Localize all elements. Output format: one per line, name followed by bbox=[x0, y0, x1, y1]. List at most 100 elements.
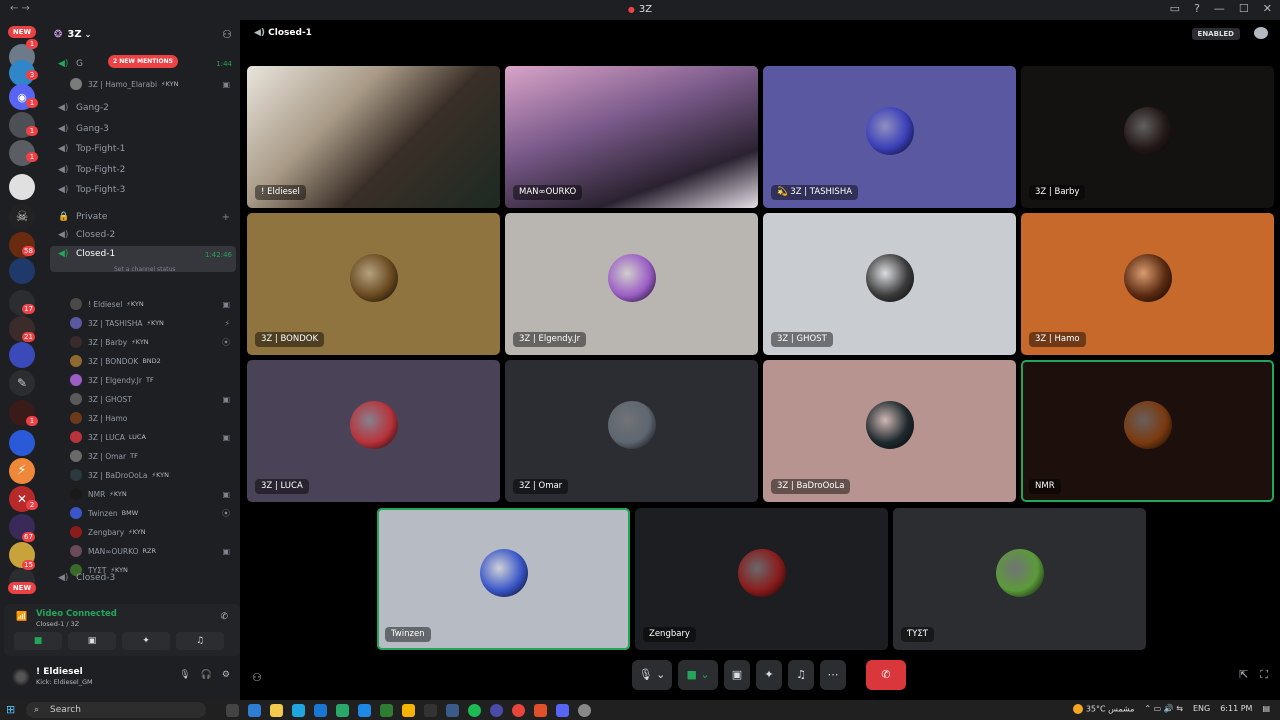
channel-closed-3[interactable]: ◀) Closed-3 bbox=[50, 569, 236, 587]
notification-icon[interactable]: ▤ bbox=[1262, 704, 1270, 714]
close-button[interactable]: ✕ bbox=[1263, 2, 1272, 15]
soundboard-button[interactable]: ♫ bbox=[788, 660, 814, 690]
video-tile[interactable]: 💫 3Z | TASHISHA bbox=[763, 66, 1016, 208]
minimize-button[interactable]: — bbox=[1214, 2, 1225, 15]
brave-icon[interactable] bbox=[534, 704, 547, 717]
add-channel-icon[interactable]: + bbox=[222, 212, 230, 223]
app-icon[interactable] bbox=[270, 704, 283, 717]
voice-user[interactable]: 3Z | BaDroOoLa ⚡KYN bbox=[70, 466, 236, 484]
voice-user[interactable]: 3Z | LUCA LUCA ▣ bbox=[70, 428, 236, 446]
new-pill-top[interactable]: NEW bbox=[8, 26, 36, 38]
chat-icon[interactable] bbox=[1254, 27, 1268, 39]
video-tile[interactable]: 3Z | Elgendy.Jr bbox=[505, 213, 758, 355]
more-button[interactable]: ⋯ bbox=[820, 660, 846, 690]
app-icon[interactable] bbox=[578, 704, 591, 717]
task-view-icon[interactable] bbox=[226, 704, 239, 717]
signal-icon[interactable]: 📶 bbox=[16, 612, 27, 622]
screen-share-button[interactable]: ▣ bbox=[68, 632, 116, 650]
channel-top-fight-2[interactable]: ◀) Top-Fight-2 bbox=[50, 161, 236, 179]
video-tile[interactable]: MAN∞OURKO bbox=[505, 66, 758, 208]
skull-server-icon[interactable]: ☠ bbox=[9, 204, 35, 230]
server-icon[interactable] bbox=[9, 342, 35, 368]
new-pill-bottom[interactable]: NEW bbox=[8, 582, 36, 594]
voice-user[interactable]: NMR ⚡KYN ▣ bbox=[70, 485, 236, 503]
taskbar-search[interactable]: ⌕ Search bbox=[26, 702, 206, 718]
lightning-server-icon[interactable]: ⚡ bbox=[9, 458, 35, 484]
camera-button[interactable]: ■ bbox=[14, 632, 62, 650]
excel-icon[interactable] bbox=[380, 704, 393, 717]
video-tile[interactable]: Twinzen bbox=[377, 508, 630, 650]
soundboard-button[interactable]: ♫ bbox=[176, 632, 224, 650]
channel-top-fight-1[interactable]: ◀) Top-Fight-1 bbox=[50, 140, 236, 158]
video-tile[interactable]: 3Z | Hamo bbox=[1021, 213, 1274, 355]
gear-icon[interactable]: ⚙ bbox=[222, 670, 230, 680]
voice-user[interactable]: MAN∞OURKO RZR ▣ bbox=[70, 542, 236, 560]
channel-status-hint[interactable]: Set a channel status bbox=[114, 266, 175, 273]
app-icon[interactable] bbox=[358, 704, 371, 717]
video-tile[interactable]: Zengbary bbox=[635, 508, 888, 650]
voice-user[interactable]: ! Eldiesel ⚡KYN ▣ bbox=[70, 295, 236, 313]
language-indicator[interactable]: ENG bbox=[1193, 704, 1210, 714]
voice-user[interactable]: 3Z | Hamo_Elarabi ⚡KYN ▣ bbox=[70, 75, 236, 93]
maximize-button[interactable]: ☐ bbox=[1239, 2, 1249, 15]
fullscreen-icon[interactable]: ⛶ bbox=[1260, 668, 1268, 682]
spotify-icon[interactable] bbox=[468, 704, 481, 717]
hang-up-button[interactable]: ✆ bbox=[866, 660, 906, 690]
edge-icon[interactable] bbox=[292, 704, 305, 717]
folder-icon[interactable] bbox=[402, 704, 415, 717]
voice-user[interactable]: Zengbary ⚡KYN bbox=[70, 523, 236, 541]
activities-button[interactable]: ✦ bbox=[122, 632, 170, 650]
voice-location[interactable]: Closed-1 / 3Z bbox=[36, 620, 79, 628]
category-private[interactable]: 🔒 Private + bbox=[50, 208, 236, 226]
channel-g[interactable]: ◀) G 1:44 bbox=[50, 55, 236, 73]
app-icon[interactable] bbox=[336, 704, 349, 717]
popout-icon[interactable]: ⇱ bbox=[1239, 668, 1248, 682]
steam-icon[interactable] bbox=[446, 704, 459, 717]
app-icon[interactable] bbox=[248, 704, 261, 717]
channel-closed-2[interactable]: ◀) Closed-2 bbox=[50, 226, 236, 244]
app-icon[interactable] bbox=[314, 704, 327, 717]
invite-icon[interactable]: ⚇ bbox=[252, 671, 262, 684]
clock[interactable]: 6:11 PM bbox=[1220, 704, 1252, 714]
video-tile[interactable]: 3Z | BONDOK bbox=[247, 213, 500, 355]
camera-toggle-button[interactable]: ■ ⌄ bbox=[678, 660, 718, 690]
voice-user[interactable]: Twinzen BMW ⦿ bbox=[70, 504, 236, 522]
server-header[interactable]: ❂ 3Z ⌄ ⚇ bbox=[44, 20, 240, 48]
mic-toggle-button[interactable]: 🎙 ⌄ bbox=[632, 660, 672, 690]
weather-widget[interactable]: 35°C مشمس bbox=[1073, 704, 1134, 714]
channel-gang-3[interactable]: ◀) Gang-3 bbox=[50, 120, 236, 138]
enabled-badge[interactable]: ENABLED bbox=[1191, 28, 1240, 40]
video-tile[interactable]: 3Z | BaDroOoLa bbox=[763, 360, 1016, 502]
video-tile[interactable]: ƬΥΣƬ bbox=[893, 508, 1146, 650]
tray-icons[interactable]: ⌃ ▭ 🔊 ⇆ bbox=[1144, 704, 1183, 714]
inbox-icon[interactable]: ▭ bbox=[1170, 2, 1180, 15]
voice-user[interactable]: 3Z | Hamo bbox=[70, 409, 236, 427]
channel-gang-2[interactable]: ◀) Gang-2 bbox=[50, 99, 236, 117]
avatar[interactable] bbox=[12, 668, 30, 686]
voice-user[interactable]: 3Z | Elgendy.Jr TF bbox=[70, 371, 236, 389]
discord-icon[interactable] bbox=[556, 704, 569, 717]
voice-user[interactable]: 3Z | Omar TF bbox=[70, 447, 236, 465]
disconnect-icon[interactable]: ✆ bbox=[220, 612, 228, 622]
video-tile[interactable]: 3Z | Omar bbox=[505, 360, 758, 502]
server-icon[interactable] bbox=[9, 258, 35, 284]
voice-user[interactable]: 3Z | Barby ⚡KYN ⦿ bbox=[70, 333, 236, 351]
feather-server-icon[interactable]: ✎ bbox=[9, 370, 35, 396]
screen-share-button[interactable]: ▣ bbox=[724, 660, 750, 690]
help-icon[interactable]: ? bbox=[1194, 2, 1200, 15]
server-icon[interactable] bbox=[9, 430, 35, 456]
headset-icon[interactable]: 🎧 bbox=[201, 670, 212, 680]
video-tile[interactable]: ! Eldiesel bbox=[247, 66, 500, 208]
voice-user[interactable]: 3Z | BONDOK BND2 bbox=[70, 352, 236, 370]
add-member-icon[interactable]: ⚇ bbox=[222, 28, 232, 41]
voice-user[interactable]: 3Z | TASHISHA ⚡KYN ⚡ bbox=[70, 314, 236, 332]
app-icon[interactable] bbox=[490, 704, 503, 717]
channel-top-fight-3[interactable]: ◀) Top-Fight-3 bbox=[50, 181, 236, 199]
video-tile[interactable]: 3Z | Barby bbox=[1021, 66, 1274, 208]
video-tile[interactable]: 3Z | LUCA bbox=[247, 360, 500, 502]
activities-button[interactable]: ✦ bbox=[756, 660, 782, 690]
chrome-icon[interactable] bbox=[512, 704, 525, 717]
mic-icon[interactable]: 🎙 bbox=[179, 670, 190, 680]
voice-user[interactable]: 3Z | GHOST ▣ bbox=[70, 390, 236, 408]
video-tile[interactable]: 3Z | GHOST bbox=[763, 213, 1016, 355]
